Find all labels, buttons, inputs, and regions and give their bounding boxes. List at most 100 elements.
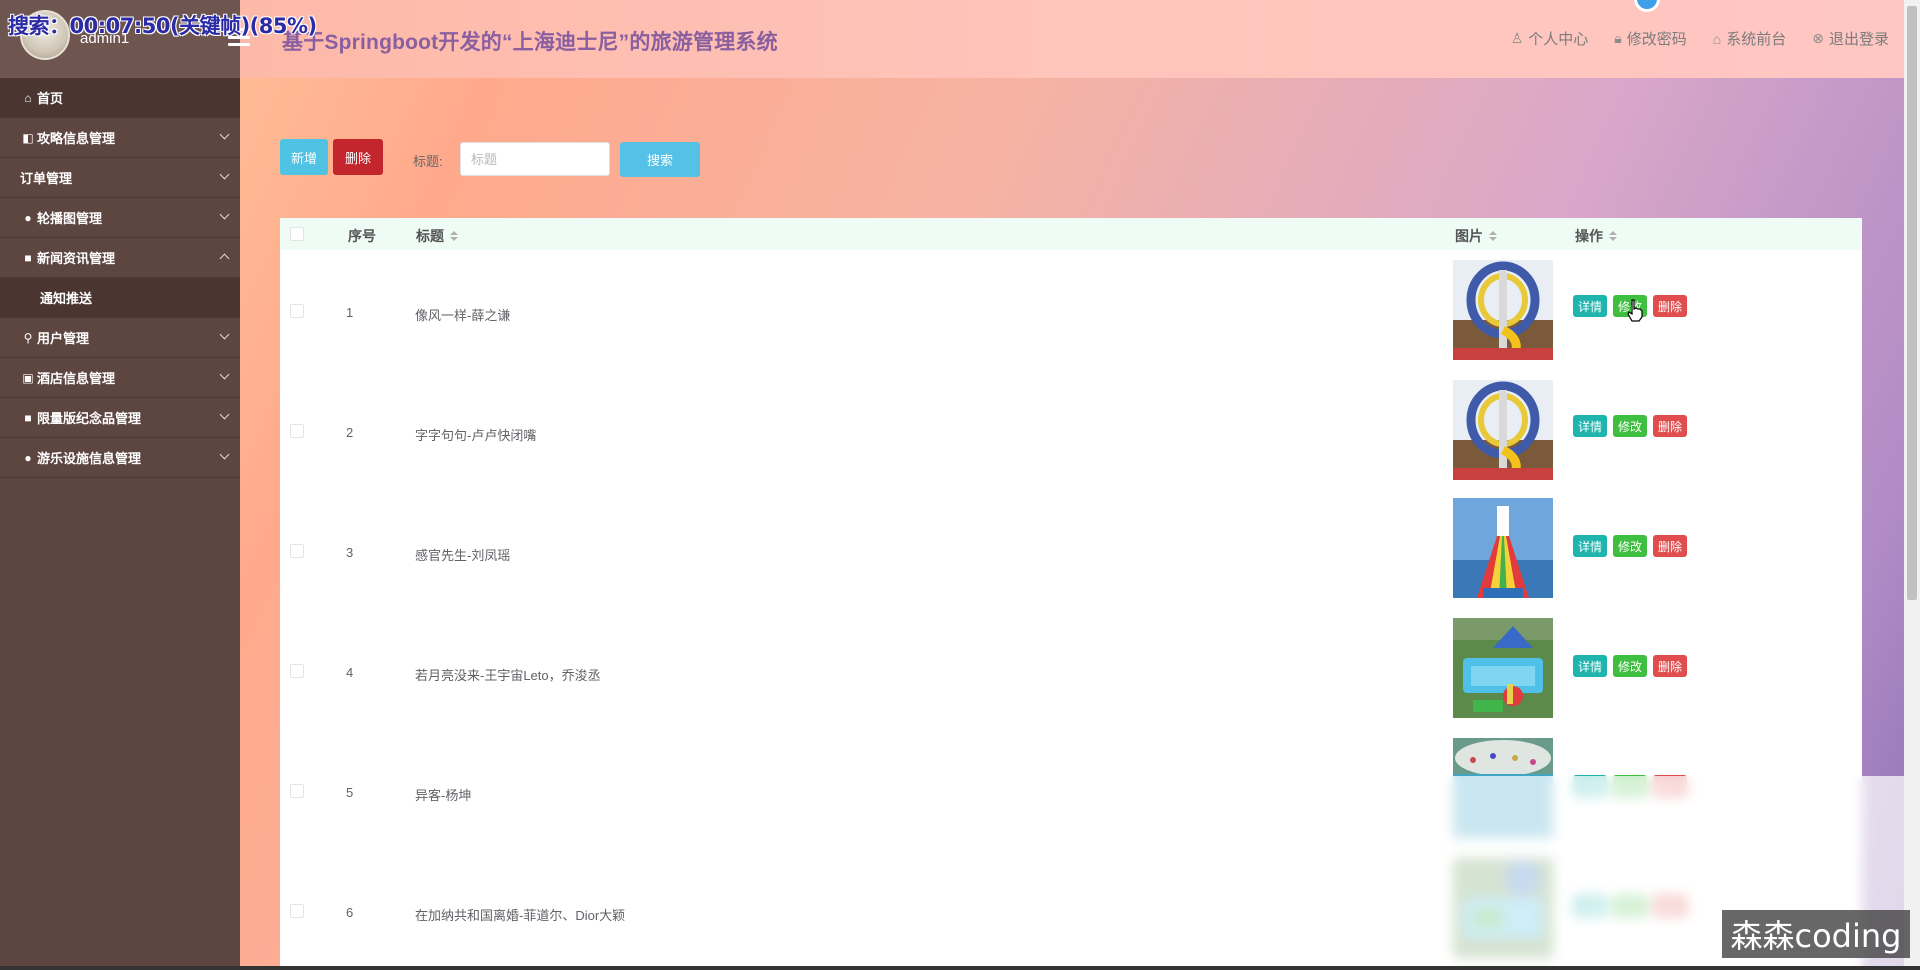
home-icon: ⌂	[24, 90, 32, 105]
column-label: 操作	[1575, 228, 1603, 244]
scrollbar-thumb[interactable]	[1907, 6, 1917, 600]
sidebar-item-label: 游乐设施信息管理	[37, 451, 142, 466]
sidebar-item-carousel[interactable]: ● 轮播图管理	[0, 198, 240, 238]
page-title: 基于Springboot开发的“上海迪士尼”的旅游管理系统	[282, 31, 778, 54]
chevron-down-icon	[219, 369, 230, 380]
sidebar-item-facilities[interactable]: ● 游乐设施信息管理	[0, 438, 240, 478]
rainbow-slide-image[interactable]	[1453, 498, 1553, 598]
sidebar-item-souvenirs[interactable]: ■ 限量版纪念品管理	[0, 398, 240, 438]
row-title: 异客-杨坤	[415, 788, 472, 803]
user-icon: ♙	[1510, 30, 1524, 46]
search-input[interactable]	[460, 142, 610, 176]
add-button[interactable]: 新增	[280, 139, 328, 175]
nav-label: 退出登录	[1828, 31, 1889, 48]
edit-button[interactable]: 修改	[1613, 535, 1648, 557]
sidebar-item-users[interactable]: ⚲ 用户管理	[0, 318, 240, 358]
sidebar-item-home[interactable]: ⌂ 首页	[0, 78, 240, 118]
row-title: 像风一样-薛之谦	[415, 308, 511, 323]
row-checkbox[interactable]	[290, 904, 304, 918]
row-checkbox[interactable]	[290, 784, 304, 798]
dot-icon: ●	[24, 450, 32, 465]
detail-button[interactable]: 详情	[1573, 295, 1608, 317]
row-title: 字字句句-卢卢快闭嘴	[415, 428, 537, 443]
table-row: 1 像风一样-薛之谦 详情 修改 删除	[280, 250, 1862, 370]
row-actions: 详情 修改 删除	[1573, 655, 1688, 677]
table-row: 3 感官先生-刘凤瑶 详情 修改 删除	[280, 490, 1862, 610]
sidebar-item-label: 用户管理	[37, 331, 90, 346]
nav-logout-link[interactable]: ⊗ 退出登录	[1812, 28, 1889, 49]
dot-icon: ●	[24, 210, 32, 225]
row-index: 3	[346, 545, 354, 560]
batch-delete-button[interactable]: 删除	[333, 139, 383, 175]
home-icon: ⌂	[1712, 30, 1722, 47]
column-label: 序号	[348, 228, 376, 244]
chevron-down-icon	[219, 329, 230, 340]
delete-button[interactable]: 删除	[1653, 415, 1688, 437]
logout-icon: ⊗	[1812, 30, 1824, 46]
nav-change-password-link[interactable]: 🔒︎ 修改密码	[1614, 28, 1686, 49]
water-park-image[interactable]	[1453, 618, 1553, 718]
top-header: 基于Springboot开发的“上海迪士尼”的旅游管理系统 ♙ 个人中心 🔒︎ …	[228, 0, 1905, 78]
sidebar-item-news[interactable]: ■ 新闻资讯管理	[0, 238, 240, 278]
column-header-image[interactable]: 图片	[1455, 226, 1497, 246]
page-scrollbar[interactable]	[1904, 0, 1920, 970]
sidebar: admin1 ⌂ 首页 ◧ 攻略信息管理 订单管理 ● 轮播图管理 ■ 新闻资讯…	[0, 0, 240, 970]
sidebar-item-label: 首页	[37, 91, 64, 106]
column-header-title[interactable]: 标题	[416, 226, 458, 246]
water-slide-image[interactable]	[1453, 380, 1553, 480]
user-icon: ⚲	[23, 330, 33, 345]
card-icon: ◧	[22, 130, 34, 145]
row-actions: 详情 修改 删除	[1573, 535, 1688, 557]
sidebar-item-guide-info[interactable]: ◧ 攻略信息管理	[0, 118, 240, 158]
edit-button[interactable]: 修改	[1613, 415, 1648, 437]
status-dot	[1634, 0, 1660, 12]
detail-button[interactable]: 详情	[1573, 415, 1608, 437]
nav-frontend-link[interactable]: ⌂ 系统前台	[1713, 28, 1786, 49]
row-index: 1	[346, 305, 354, 320]
row-checkbox[interactable]	[290, 544, 304, 558]
chevron-down-icon	[219, 209, 230, 220]
nav-profile-link[interactable]: ♙ 个人中心	[1511, 28, 1589, 49]
square-icon: ■	[24, 250, 32, 265]
select-all-checkbox[interactable]	[290, 227, 304, 241]
column-header-index: 序号	[348, 226, 376, 246]
detail-button[interactable]: 详情	[1573, 655, 1608, 677]
search-button[interactable]: 搜索	[620, 142, 700, 177]
nav-label: 系统前台	[1726, 31, 1787, 48]
chevron-down-icon	[219, 129, 230, 140]
sort-icon[interactable]	[450, 231, 458, 241]
sort-icon[interactable]	[1609, 231, 1617, 241]
hand-cursor-icon	[1627, 299, 1643, 322]
row-index: 5	[346, 785, 354, 800]
sidebar-item-orders[interactable]: 订单管理	[0, 158, 240, 198]
row-checkbox[interactable]	[290, 304, 304, 318]
row-checkbox[interactable]	[290, 664, 304, 678]
column-label: 图片	[1455, 228, 1483, 244]
row-checkbox[interactable]	[290, 424, 304, 438]
detail-button[interactable]: 详情	[1573, 535, 1608, 557]
lock-icon: 🔒︎	[1614, 30, 1622, 46]
top-nav: ♙ 个人中心 🔒︎ 修改密码 ⌂ 系统前台 ⊗ 退出登录	[1511, 28, 1889, 49]
chevron-up-icon	[219, 253, 230, 264]
delete-button[interactable]: 删除	[1653, 295, 1688, 317]
sidebar-item-label: 限量版纪念品管理	[37, 411, 142, 426]
delete-button[interactable]: 删除	[1653, 535, 1688, 557]
watermark: 森森coding	[1722, 910, 1910, 958]
sidebar-item-hotels[interactable]: ▣ 酒店信息管理	[0, 358, 240, 398]
column-label: 标题	[416, 228, 444, 244]
chevron-down-icon	[219, 449, 230, 460]
column-header-actions[interactable]: 操作	[1575, 226, 1617, 246]
table-header: 序号 标题 图片 操作	[280, 218, 1862, 250]
sidebar-item-label: 轮播图管理	[37, 211, 103, 226]
table-row: 2 字字句句-卢卢快闭嘴 详情 修改 删除	[280, 370, 1862, 490]
sidebar-item-label: 酒店信息管理	[37, 371, 116, 386]
edit-button[interactable]: 修改	[1613, 655, 1648, 677]
square-icon: ■	[24, 410, 32, 425]
sidebar-item-label: 攻略信息管理	[37, 131, 116, 146]
sidebar-subitem-notice[interactable]: 通知推送	[0, 278, 240, 318]
nav-label: 个人中心	[1528, 31, 1589, 48]
sort-icon[interactable]	[1489, 231, 1497, 241]
row-index: 4	[346, 665, 354, 680]
water-slide-image[interactable]	[1453, 260, 1553, 360]
delete-button[interactable]: 删除	[1653, 655, 1688, 677]
